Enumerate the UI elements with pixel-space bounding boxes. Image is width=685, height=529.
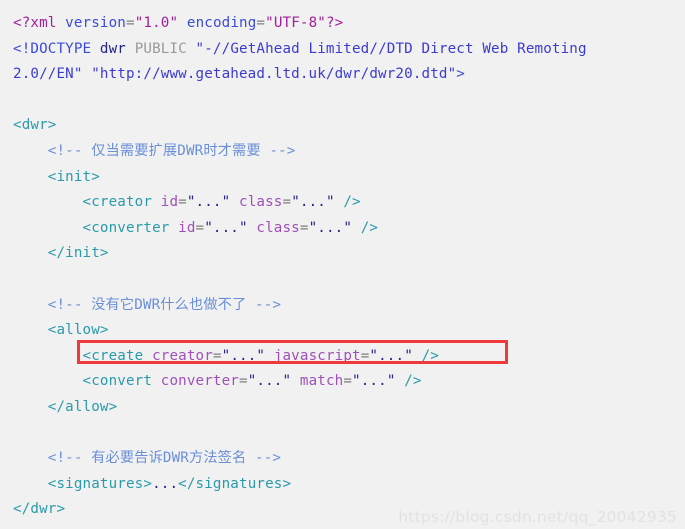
code-token: "-//GetAhead Limited//DTD Direct Web Rem…: [195, 40, 587, 57]
code-line: <creator id="..." class="..." />: [13, 190, 685, 216]
code-token: />: [334, 194, 361, 211]
code-token: >: [456, 66, 465, 83]
code-line-highlighted: <create creator="..." javascript="..." /…: [13, 344, 685, 370]
code-line: <!-- 有必要告诉DWR方法签名 -->: [13, 446, 685, 472]
code-line: <?xml version="1.0" encoding="UTF-8"?>: [13, 11, 685, 37]
code-token: =: [239, 373, 248, 390]
code-line: </allow>: [13, 395, 685, 421]
code-token: =: [343, 373, 353, 390]
code-token: "...": [221, 347, 266, 364]
code-line: <!-- 没有它DWR什么也做不了 -->: [13, 293, 685, 319]
code-token: converter: [160, 373, 239, 390]
code-token: </dwr>: [13, 501, 66, 518]
code-token: "...": [352, 373, 396, 390]
code-token: "...": [204, 219, 248, 236]
code-token: match: [299, 373, 344, 390]
code-token: =: [282, 194, 292, 211]
code-token: <dwr>: [13, 117, 57, 134]
code-token: "1.0": [134, 15, 179, 31]
code-token: "...": [186, 194, 231, 211]
code-token: />: [395, 373, 422, 390]
code-line: 2.0//EN" "http://www.getahead.ltd.uk/dwr…: [13, 62, 685, 88]
code-listing: <?xml version="1.0" encoding="UTF-8"?> <!…: [0, 0, 685, 529]
code-token: <init>: [13, 168, 100, 185]
code-token: "UTF-8": [265, 15, 326, 31]
code-line: <allow>: [13, 318, 685, 344]
code-token: "...": [308, 219, 353, 236]
code-token: <allow>: [13, 322, 109, 339]
code-token: </signatures>: [178, 475, 292, 492]
code-line: <init>: [13, 165, 685, 191]
code-line: <!-- 仅当需要扩展DWR时才需要 -->: [13, 139, 685, 165]
code-token: "...": [291, 194, 335, 211]
code-token: =: [299, 219, 309, 236]
watermark: https://blog.csdn.net/qq_20042935: [398, 508, 677, 526]
code-line: <signatures>...</signatures>: [13, 472, 685, 498]
code-token: =: [212, 347, 222, 364]
code-lines-container[interactable]: <?xml version="1.0" encoding="UTF-8"?> <!…: [13, 11, 685, 523]
code-token: =: [195, 219, 205, 236]
code-token: "...": [369, 347, 413, 364]
code-token: <creator: [13, 194, 161, 211]
code-token: <converter: [13, 219, 179, 236]
code-line: </init>: [13, 241, 685, 267]
code-token: javascript: [273, 347, 361, 364]
code-token: "...": [247, 373, 292, 390]
code-token: ...: [152, 475, 179, 492]
code-line: <!DOCTYPE dwr PUBLIC "-//GetAhead Limite…: [13, 37, 685, 63]
code-line: <converter id="..." class="..." />: [13, 216, 685, 242]
code-token: 2.0//EN" "http://www.getahead.ltd.uk/dwr…: [13, 66, 457, 83]
code-token: version: [65, 15, 126, 31]
code-token: encoding: [186, 15, 257, 31]
code-token: <!-- 仅当需要扩展DWR时才需要 -->: [13, 142, 296, 159]
code-line: <convert converter="..." match="..." />: [13, 369, 685, 395]
code-line: <dwr>: [13, 113, 685, 139]
code-token: </init>: [13, 245, 109, 262]
code-token: <signatures>: [13, 475, 153, 492]
code-token: id: [178, 219, 196, 236]
code-token: =: [178, 194, 187, 211]
code-token: class: [256, 219, 300, 236]
code-token: dwr: [99, 40, 126, 57]
code-token: />: [412, 347, 439, 364]
code-token: <!-- 有必要告诉DWR方法签名 -->: [13, 450, 282, 467]
code-token: id: [160, 194, 179, 211]
code-token: <!-- 没有它DWR什么也做不了 -->: [13, 296, 282, 313]
code-token: <create: [13, 347, 153, 364]
code-token: />: [352, 219, 379, 236]
code-token: =: [126, 15, 135, 31]
code-token: =: [256, 15, 266, 31]
code-token: <?xml: [13, 15, 66, 31]
code-token: <convert: [13, 373, 161, 390]
code-token: PUBLIC: [126, 40, 196, 57]
code-token: </allow>: [13, 398, 118, 415]
code-token: ?>: [325, 15, 344, 31]
code-token: creator: [152, 347, 213, 364]
code-token: class: [239, 194, 283, 211]
code-token: <!DOCTYPE: [13, 40, 100, 57]
